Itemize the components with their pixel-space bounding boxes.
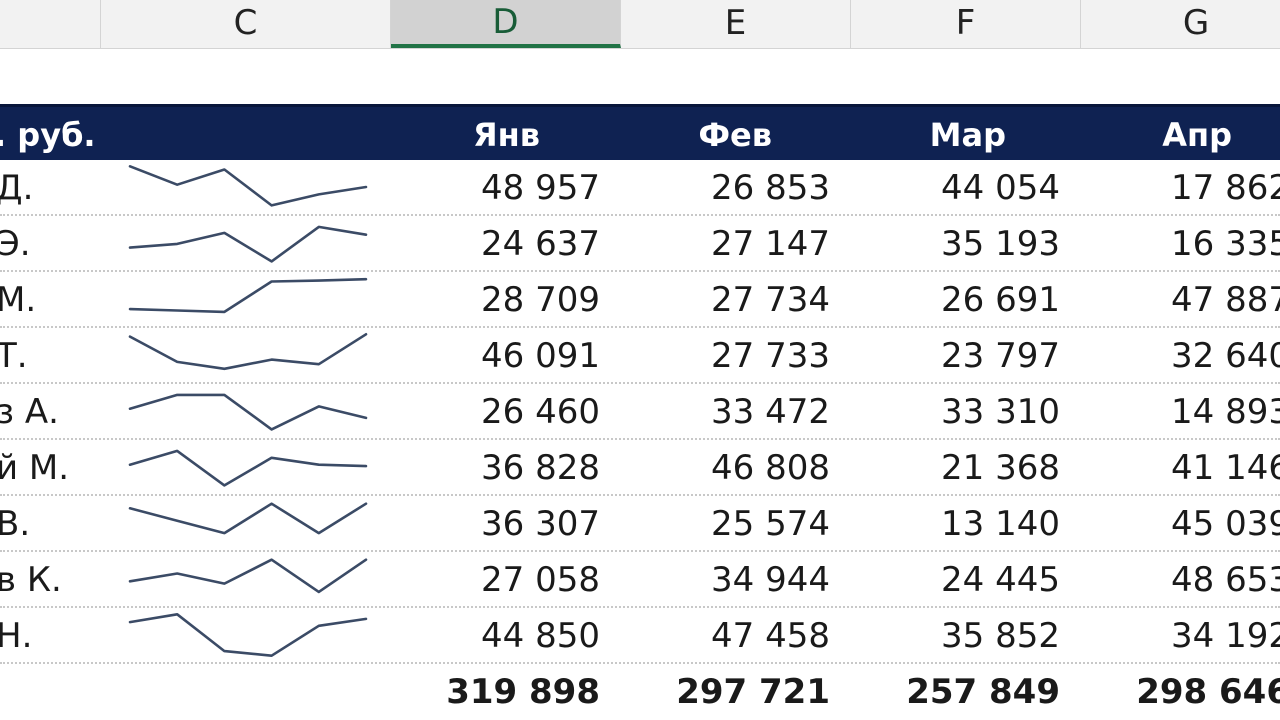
value-cell-mar[interactable]: 21 368 <box>860 440 1060 496</box>
value-cell-apr[interactable]: 14 893 <box>1090 384 1280 440</box>
value-cell-jan[interactable]: 46 091 <box>400 328 600 384</box>
column-header-f[interactable]: F <box>851 0 1081 48</box>
value-cell-mar[interactable]: 13 140 <box>860 496 1060 552</box>
value-cell-mar[interactable]: 35 852 <box>860 608 1060 664</box>
column-header-g[interactable]: G <box>1081 0 1280 48</box>
value-cell-mar[interactable]: 44 054 <box>860 160 1060 216</box>
value-cell-feb[interactable]: 27 733 <box>630 328 830 384</box>
empty-row[interactable] <box>0 48 1280 104</box>
sparkline-line <box>128 225 368 263</box>
table-row: Д. 48 957 26 853 44 054 17 862 <box>0 160 1280 216</box>
sparkline-line <box>128 333 368 371</box>
total-mar[interactable]: 257 849 <box>860 664 1060 720</box>
value-cell-feb[interactable]: 46 808 <box>630 440 830 496</box>
table-row: В. 36 307 25 574 13 140 45 039 <box>0 496 1280 552</box>
employee-name-cell[interactable]: Э. <box>0 216 31 272</box>
employee-name-cell[interactable]: й М. <box>0 440 69 496</box>
value-cell-feb[interactable]: 33 472 <box>630 384 830 440</box>
value-cell-feb[interactable]: 34 944 <box>630 552 830 608</box>
employee-name-cell[interactable]: Т. <box>0 328 28 384</box>
totals-row: 319 898 297 721 257 849 298 646 <box>0 664 1280 720</box>
value-cell-jan[interactable]: 36 307 <box>400 496 600 552</box>
value-cell-mar[interactable]: 24 445 <box>860 552 1060 608</box>
value-cell-feb[interactable]: 27 147 <box>630 216 830 272</box>
value-cell-mar[interactable]: 33 310 <box>860 384 1060 440</box>
header-month-jan[interactable]: Янв <box>400 107 540 163</box>
value-cell-jan[interactable]: 36 828 <box>400 440 600 496</box>
value-cell-apr[interactable]: 17 862 <box>1090 160 1280 216</box>
value-cell-mar[interactable]: 26 691 <box>860 272 1060 328</box>
sparkline-line <box>128 449 368 487</box>
sparkline-line <box>128 165 368 207</box>
employee-name-cell[interactable]: з А. <box>0 384 59 440</box>
employee-name-cell[interactable]: в К. <box>0 552 62 608</box>
sparkline-chart[interactable] <box>128 384 368 440</box>
column-header-d[interactable]: D <box>391 0 621 48</box>
sparkline-line <box>128 277 368 314</box>
table-row: М. 28 709 27 734 26 691 47 887 <box>0 272 1280 328</box>
table-row: в К. 27 058 34 944 24 445 48 653 <box>0 552 1280 608</box>
value-cell-apr[interactable]: 32 640 <box>1090 328 1280 384</box>
table-row: Т. 46 091 27 733 23 797 32 640 <box>0 328 1280 384</box>
sparkline-chart[interactable] <box>128 608 368 664</box>
value-cell-feb[interactable]: 27 734 <box>630 272 830 328</box>
value-cell-apr[interactable]: 45 039 <box>1090 496 1280 552</box>
table-row: Н. 44 850 47 458 35 852 34 192 <box>0 608 1280 664</box>
sparkline-line <box>128 613 368 658</box>
employee-name-cell[interactable]: В. <box>0 496 30 552</box>
value-cell-apr[interactable]: 41 146 <box>1090 440 1280 496</box>
column-header-b[interactable] <box>0 0 101 48</box>
value-cell-feb[interactable]: 47 458 <box>630 608 830 664</box>
value-cell-mar[interactable]: 35 193 <box>860 216 1060 272</box>
sparkline-chart[interactable] <box>128 496 368 552</box>
sparkline-line <box>128 393 368 431</box>
value-cell-mar[interactable]: 23 797 <box>860 328 1060 384</box>
sparkline-line <box>128 558 368 594</box>
total-feb[interactable]: 297 721 <box>630 664 830 720</box>
value-cell-feb[interactable]: 25 574 <box>630 496 830 552</box>
value-cell-apr[interactable]: 47 887 <box>1090 272 1280 328</box>
table-row: з А. 26 460 33 472 33 310 14 893 <box>0 384 1280 440</box>
column-header-c[interactable]: C <box>101 0 391 48</box>
value-cell-apr[interactable]: 48 653 <box>1090 552 1280 608</box>
value-cell-jan[interactable]: 28 709 <box>400 272 600 328</box>
sparkline-chart[interactable] <box>128 272 368 328</box>
table-row: й М. 36 828 46 808 21 368 41 146 <box>0 440 1280 496</box>
sparkline-chart[interactable] <box>128 160 368 216</box>
header-month-feb[interactable]: Фев <box>630 107 772 163</box>
sparkline-line <box>128 502 368 535</box>
spreadsheet-grid: . руб. Янв Фев Мар Апр Д. 48 957 26 853 44 … <box>0 48 1280 720</box>
total-apr[interactable]: 298 646 <box>1090 664 1280 720</box>
value-cell-jan[interactable]: 27 058 <box>400 552 600 608</box>
total-jan[interactable]: 319 898 <box>400 664 600 720</box>
value-cell-jan[interactable]: 44 850 <box>400 608 600 664</box>
column-header-e[interactable]: E <box>621 0 851 48</box>
sparkline-chart[interactable] <box>128 552 368 608</box>
value-cell-jan[interactable]: 24 637 <box>400 216 600 272</box>
employee-name-cell[interactable]: М. <box>0 272 36 328</box>
header-month-apr[interactable]: Апр <box>1090 107 1232 163</box>
sparkline-chart[interactable] <box>128 440 368 496</box>
value-cell-apr[interactable]: 34 192 <box>1090 608 1280 664</box>
table-row: Э. 24 637 27 147 35 193 16 335 <box>0 216 1280 272</box>
employee-name-cell[interactable]: Д. <box>0 160 33 216</box>
header-label-cell[interactable]: . руб. <box>0 107 96 163</box>
header-month-mar[interactable]: Мар <box>860 107 1006 163</box>
column-header-bar: C D E F G <box>0 0 1280 49</box>
value-cell-feb[interactable]: 26 853 <box>630 160 830 216</box>
employee-name-cell[interactable]: Н. <box>0 608 32 664</box>
value-cell-apr[interactable]: 16 335 <box>1090 216 1280 272</box>
value-cell-jan[interactable]: 48 957 <box>400 160 600 216</box>
sparkline-chart[interactable] <box>128 328 368 384</box>
table-header-row: . руб. Янв Фев Мар Апр <box>0 104 1280 160</box>
value-cell-jan[interactable]: 26 460 <box>400 384 600 440</box>
sparkline-chart[interactable] <box>128 216 368 272</box>
